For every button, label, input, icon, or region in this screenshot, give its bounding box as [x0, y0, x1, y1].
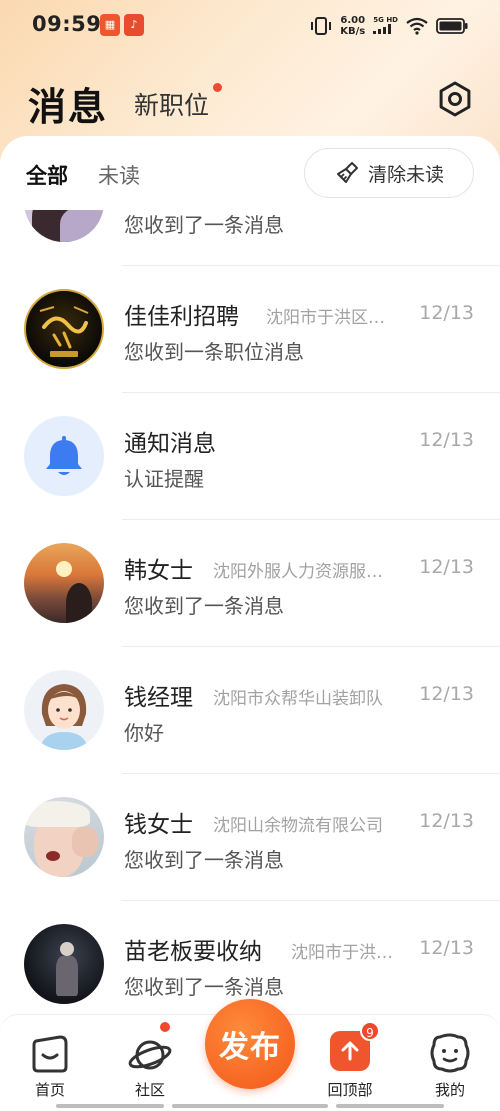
list-item[interactable]: 钱女士 沈阳山余物流有限公司 12/13 您收到了一条消息: [0, 774, 500, 901]
contact-name: 钱经理: [124, 685, 193, 711]
message-date: 12/13: [419, 302, 474, 324]
message-date: 12/13: [419, 556, 474, 578]
avatar: [24, 924, 104, 1004]
list-item[interactable]: 您收到了一条消息: [0, 210, 500, 266]
notification-app-icon: ▦: [100, 14, 120, 36]
avatar-hand: [72, 827, 98, 857]
clear-unread-button[interactable]: 清除未读: [304, 148, 474, 198]
contact-name: 通知消息: [124, 431, 216, 457]
tab-new-jobs[interactable]: 新职位: [134, 86, 209, 122]
calligraphy-logo-icon: [39, 306, 89, 357]
avatar: [24, 416, 104, 496]
message-panel: 全部 未读 清除未读 您收到了一条消息 佳佳利招聘 沈阳市于洪区… 12/13 …: [0, 136, 500, 1111]
message-preview: 认证提醒: [124, 467, 204, 491]
speed-unit: KB/s: [340, 26, 366, 37]
avatar-mouth: [46, 851, 60, 861]
publish-button[interactable]: 发布: [205, 999, 295, 1089]
new-jobs-dot: [213, 83, 222, 92]
contact-name: 钱女士: [124, 812, 193, 838]
avatar-hair: [24, 801, 90, 827]
tab-unread[interactable]: 未读: [98, 160, 140, 190]
settings-gear-icon[interactable]: [436, 80, 474, 118]
battery-icon: [436, 18, 468, 34]
avatar: [24, 670, 104, 750]
company-name: 沈阳山余物流有限公司: [213, 816, 383, 836]
status-time: 09:59: [32, 12, 102, 36]
avatar-sun: [56, 561, 72, 577]
message-date: 12/13: [419, 937, 474, 959]
message-preview: 您收到了一条消息: [124, 594, 284, 618]
contact-name: 韩女士: [124, 558, 193, 584]
avatar-garment: [60, 210, 104, 242]
contact-name: 苗老板要收纳: [124, 939, 262, 965]
home-indicator: [172, 1104, 328, 1108]
contact-name: 佳佳利招聘: [124, 304, 239, 330]
cartoon-woman-icon: [40, 684, 88, 750]
avatar: [24, 289, 104, 369]
speed-value: 6.00: [340, 15, 366, 26]
list-item[interactable]: 佳佳利招聘 沈阳市于洪区… 12/13 您收到一条职位消息: [0, 266, 500, 393]
avatar-figure: [60, 942, 74, 956]
broom-icon: [336, 162, 358, 183]
list-item[interactable]: 钱经理 沈阳市众帮华山装卸队 12/13 你好: [0, 647, 500, 774]
tab-mine[interactable]: 我的: [400, 1015, 500, 1111]
company-name: 沈阳市于洪区…: [266, 308, 385, 328]
community-dot: [158, 1020, 172, 1034]
avatar: [24, 797, 104, 877]
wifi-icon: [406, 17, 428, 35]
home-indicator: [56, 1104, 164, 1108]
status-indicators: 6.00 KB/s 5G HD: [310, 12, 468, 40]
company-name: 沈阳外服人力资源服…: [213, 562, 383, 582]
tab-all[interactable]: 全部: [26, 160, 68, 190]
tab-back-to-top-label: 回顶部: [327, 1081, 373, 1099]
avatar-body: [56, 956, 78, 996]
home-indicator: [336, 1104, 444, 1108]
network-type: 5G HD: [373, 16, 398, 36]
avatar: [24, 210, 104, 242]
message-preview: 您收到了一条消息: [124, 213, 284, 237]
back-to-top-badge: 9: [360, 1021, 380, 1041]
bottom-tab-bar: 首页 社区 发布 9 回顶部 我的: [0, 999, 500, 1111]
tab-home-label: 首页: [34, 1081, 65, 1099]
page-title: 消息: [28, 85, 109, 129]
list-item[interactable]: 通知消息 12/13 认证提醒: [0, 393, 500, 520]
network-speed: 6.00 KB/s: [340, 15, 365, 37]
status-bar: 09:59 ▦ ♪ 6.00 KB/s 5G HD: [0, 0, 500, 52]
list-item[interactable]: 韩女士 沈阳外服人力资源服… 12/13 您收到了一条消息: [0, 520, 500, 647]
message-preview: 你好: [124, 721, 164, 745]
company-name: 沈阳市众帮华山装卸队: [213, 689, 383, 709]
tab-community-label: 社区: [134, 1081, 165, 1099]
message-preview: 您收到一条职位消息: [124, 340, 304, 364]
vibrate-icon: [311, 17, 332, 35]
message-list[interactable]: 您收到了一条消息 佳佳利招聘 沈阳市于洪区… 12/13 您收到一条职位消息 通…: [0, 210, 500, 1010]
company-name: 沈阳市于洪…: [291, 943, 393, 963]
message-date: 12/13: [419, 429, 474, 451]
message-date: 12/13: [419, 683, 474, 705]
message-preview: 您收到了一条消息: [124, 848, 284, 872]
message-preview: 您收到了一条消息: [124, 975, 284, 999]
tab-back-to-top[interactable]: 9 回顶部: [300, 1015, 400, 1111]
bell-icon: [46, 436, 82, 475]
home-icon: [32, 1035, 68, 1073]
profile-face-icon: [430, 1033, 470, 1073]
avatar: [24, 543, 104, 623]
message-date: 12/13: [419, 810, 474, 832]
tab-home[interactable]: 首页: [0, 1015, 100, 1111]
avatar-figure: [66, 583, 92, 623]
filter-tabs: 全部 未读 清除未读: [0, 136, 500, 210]
list-item[interactable]: 苗老板要收纳 沈阳市于洪… 12/13 您收到了一条消息: [0, 901, 500, 1010]
tab-mine-label: 我的: [434, 1081, 465, 1099]
signal-icon: [373, 24, 392, 34]
planet-icon: [128, 1040, 172, 1070]
tab-community[interactable]: 社区: [100, 1015, 200, 1111]
arrow-up-icon: [341, 1041, 359, 1061]
clear-unread-label: 清除未读: [367, 163, 444, 186]
notification-listen-icon: ♪: [124, 14, 144, 36]
network-type-top: 5G HD: [373, 16, 398, 24]
